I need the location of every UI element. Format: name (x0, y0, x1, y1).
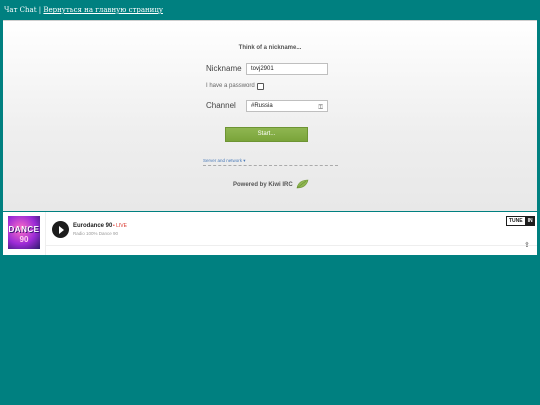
tunein-logo-part1: TUNE (506, 216, 526, 226)
live-badge: • LIVE (113, 223, 127, 229)
tunein-logo[interactable]: TUNE IN (506, 216, 535, 226)
play-icon[interactable] (52, 221, 69, 238)
powered-by-text: Powered by Kiwi IRC (233, 182, 293, 188)
nickname-input[interactable]: tovj2901 (246, 63, 328, 75)
nickname-label: Nickname (206, 64, 242, 73)
channel-value: #Russia (251, 103, 273, 109)
progress-track (45, 245, 537, 246)
password-label: I have a password (206, 83, 255, 89)
channel-label: Channel (206, 101, 236, 110)
artwork-text-line1: DANCE (8, 225, 40, 234)
artwork-text-line2: 90 (19, 235, 29, 244)
channel-input[interactable]: #Russia ⚿ (246, 100, 328, 112)
site-name: Чат Chat (4, 6, 37, 14)
password-checkbox[interactable] (257, 83, 264, 90)
tunein-logo-part2: IN (525, 216, 535, 226)
station-artwork: DANCE 90 (8, 216, 40, 249)
share-icon[interactable]: ⇪ (524, 241, 530, 249)
kiwi-irc-login-panel: Think of a nickname... Nickname tovj2901… (3, 20, 537, 211)
separator: | (38, 6, 42, 14)
server-and-network-link[interactable]: Server and network ▾ (203, 158, 338, 166)
back-to-home-link[interactable]: Вернуться на главную страницу (43, 6, 163, 14)
key-icon[interactable]: ⚿ (318, 103, 323, 114)
login-heading: Think of a nickname... (238, 45, 302, 51)
station-subtitle: Radio 100% Dance 90 (73, 231, 119, 236)
artwork-divider (45, 212, 46, 255)
kiwi-leaf-icon (296, 179, 309, 189)
top-bar: Чат Chat | Вернуться на главную страницу (4, 6, 163, 14)
start-button[interactable]: Start... (225, 127, 308, 142)
radio-player-widget: DANCE 90 Eurodance 90 • LIVE Radio 100% … (3, 212, 537, 255)
station-name: Eurodance 90 (73, 223, 113, 229)
